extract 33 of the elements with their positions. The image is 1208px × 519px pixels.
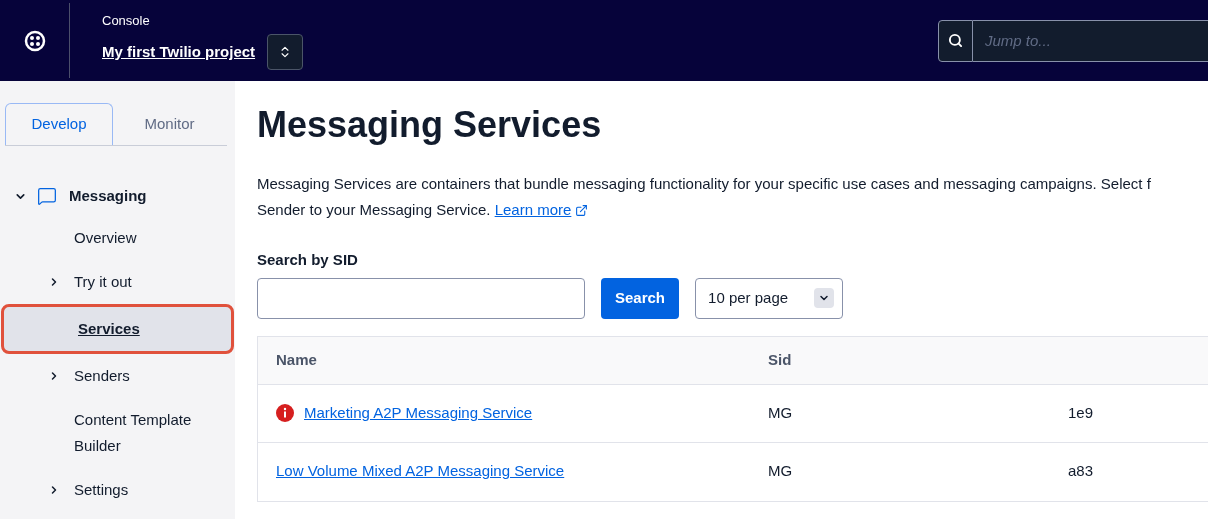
nav-item[interactable]: Settings — [0, 468, 235, 512]
search-label: Search by SID — [257, 250, 359, 270]
search-button[interactable] — [938, 19, 973, 62]
nav-item[interactable]: Content Template Builder — [0, 398, 235, 468]
project-link[interactable]: My first Twilio project — [102, 41, 256, 64]
nav-item[interactable]: Services — [1, 304, 234, 354]
page-size-select[interactable]: 10 per page — [695, 277, 844, 319]
nav-item[interactable]: Overview — [0, 216, 235, 260]
sid-cell-text: 1e9 — [1068, 402, 1094, 423]
external-link-icon — [575, 203, 589, 217]
project-switcher-button[interactable] — [267, 34, 304, 71]
sid-cell-text: MG — [768, 402, 794, 423]
service-link[interactable]: Low Volume Mixed A2P Messaging Service — [276, 460, 565, 483]
nav-item[interactable]: Try it out — [0, 260, 235, 304]
console-label: Console — [102, 11, 151, 30]
page-description: Messaging Services are containers that bundle messaging functionality for your specific use cases and messaging campaigns. Select f Sender to your Messaging Service. Learn more — [257, 171, 1208, 223]
nav-item[interactable]: Senders — [0, 354, 235, 398]
learn-more-link[interactable]: Learn more — [494, 197, 589, 223]
column-header: Sid — [768, 349, 792, 370]
chat-icon — [37, 186, 57, 206]
nav-tab[interactable]: Develop — [5, 103, 113, 145]
search-icon — [948, 33, 963, 48]
jump-search-field[interactable]: Jump to... — [973, 19, 1208, 62]
nav-tab[interactable]: Monitor — [113, 103, 226, 145]
sid-cell-text: MG — [768, 461, 794, 482]
search-button[interactable]: Search — [601, 277, 680, 319]
page-title: Messaging Services — [257, 103, 603, 147]
sid-cell-text: a83 — [1068, 461, 1094, 482]
logo-icon[interactable] — [23, 29, 46, 52]
nav-group-label[interactable]: Messaging — [69, 184, 147, 208]
column-header: Name — [275, 349, 318, 370]
service-link[interactable]: Marketing A2P Messaging Service — [304, 401, 533, 425]
sid-search-field[interactable] — [257, 277, 585, 319]
